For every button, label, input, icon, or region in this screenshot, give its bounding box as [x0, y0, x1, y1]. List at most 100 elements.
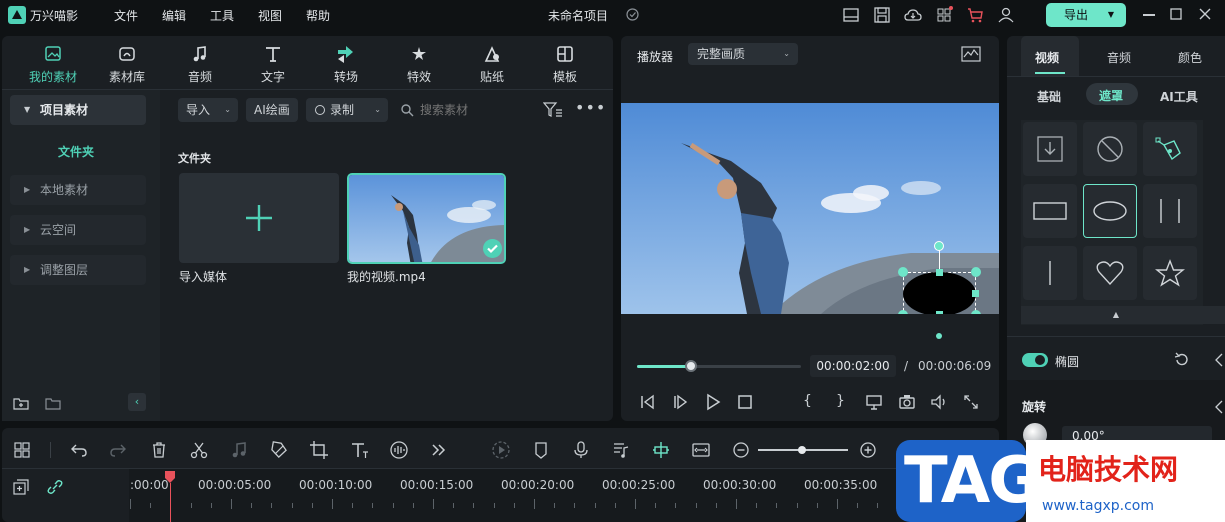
- playhead-knob[interactable]: [685, 360, 698, 372]
- prev-frame-icon[interactable]: [639, 393, 657, 411]
- mark-out-icon[interactable]: }: [836, 393, 854, 411]
- scopes-icon[interactable]: [961, 46, 981, 62]
- scissors-icon[interactable]: [189, 440, 209, 460]
- tab-effects[interactable]: 特效: [384, 44, 454, 85]
- resize-handle[interactable]: [972, 290, 979, 297]
- zoom-out-icon[interactable]: [731, 440, 751, 460]
- zoom-in-icon[interactable]: [858, 440, 878, 460]
- mask-none-cell[interactable]: [1083, 122, 1137, 176]
- mask-import-cell[interactable]: [1023, 122, 1077, 176]
- video-clip-thumbnail[interactable]: [347, 173, 506, 264]
- subtab-ai-tools[interactable]: AI工具: [1160, 88, 1198, 105]
- tab-audio-inspector[interactable]: 音频: [1107, 49, 1131, 66]
- menu-edit[interactable]: 编辑: [162, 7, 186, 24]
- diamond-keyframe-icon[interactable]: [1214, 399, 1225, 415]
- crop-icon[interactable]: [309, 440, 329, 460]
- undo-icon[interactable]: [69, 440, 89, 460]
- ai-paint-button[interactable]: AI绘画: [246, 98, 298, 122]
- audio-sync-icon[interactable]: [389, 440, 409, 460]
- tab-audio[interactable]: 音频: [165, 44, 235, 85]
- microphone-icon[interactable]: [571, 440, 591, 460]
- mask-double-line-cell[interactable]: [1143, 184, 1197, 238]
- more-tools-icon[interactable]: [429, 440, 449, 460]
- import-media-tile[interactable]: [179, 173, 339, 263]
- resize-handle[interactable]: [971, 267, 981, 277]
- mask-pen-cell[interactable]: [1143, 122, 1197, 176]
- stop-icon[interactable]: [736, 393, 754, 411]
- ellipse-mask-shape[interactable]: [903, 272, 976, 314]
- tab-template[interactable]: 模板: [530, 44, 600, 85]
- cart-icon[interactable]: [966, 6, 984, 24]
- mask-heart-cell[interactable]: [1083, 246, 1137, 300]
- sidebar-item-project-media[interactable]: ▼ 项目素材: [10, 95, 146, 125]
- tab-video[interactable]: 视频: [1021, 36, 1079, 76]
- mask-enable-toggle[interactable]: [1022, 353, 1048, 367]
- mask-ellipse-cell[interactable]: [1083, 184, 1137, 238]
- subtab-mask[interactable]: 遮罩: [1086, 83, 1138, 105]
- resize-handle[interactable]: [936, 269, 943, 276]
- fullscreen-icon[interactable]: [962, 393, 980, 411]
- tag-icon[interactable]: [269, 440, 289, 460]
- fit-timeline-icon[interactable]: [691, 440, 711, 460]
- layout-grid-icon[interactable]: [12, 440, 32, 460]
- resize-handle[interactable]: [898, 310, 908, 314]
- next-frame-icon[interactable]: [672, 393, 690, 411]
- audio-detach-icon[interactable]: [229, 440, 249, 460]
- import-dropdown[interactable]: 导入 ⌄: [178, 98, 238, 122]
- mask-single-line-cell[interactable]: [1023, 246, 1077, 300]
- sidebar-item-cloud[interactable]: ▶ 云空间: [10, 215, 146, 245]
- menu-help[interactable]: 帮助: [306, 7, 330, 24]
- tab-my-media[interactable]: 我的素材: [18, 44, 88, 85]
- feather-handle[interactable]: [936, 333, 942, 339]
- diamond-keyframe-icon[interactable]: [1214, 352, 1225, 368]
- tab-library[interactable]: 素材库: [92, 44, 162, 85]
- mark-in-icon[interactable]: {: [803, 393, 821, 411]
- reset-icon[interactable]: [1173, 351, 1191, 369]
- collapse-grid-button[interactable]: ▲: [1021, 306, 1225, 324]
- filter-icon[interactable]: [543, 101, 563, 119]
- text-tool-icon[interactable]: [349, 440, 369, 460]
- current-time[interactable]: 00:00:02:00: [810, 355, 896, 377]
- sidebar-item-folder[interactable]: 文件夹: [58, 143, 94, 160]
- tab-sticker[interactable]: 贴纸: [457, 44, 527, 85]
- playback-progress-track[interactable]: [637, 365, 801, 368]
- minimize-icon[interactable]: [1143, 14, 1155, 16]
- close-icon[interactable]: [1198, 7, 1212, 21]
- volume-icon[interactable]: [930, 393, 948, 411]
- mask-rectangle-cell[interactable]: [1023, 184, 1077, 238]
- cloud-icon[interactable]: [904, 6, 922, 24]
- add-track-icon[interactable]: [12, 478, 30, 496]
- video-preview[interactable]: [621, 103, 999, 314]
- voiceover-icon[interactable]: [611, 440, 631, 460]
- snap-icon[interactable]: [651, 440, 671, 460]
- snapshot-icon[interactable]: [898, 393, 916, 411]
- delete-icon[interactable]: [149, 440, 169, 460]
- marker-icon[interactable]: [531, 440, 551, 460]
- user-icon[interactable]: [997, 6, 1015, 24]
- zoom-slider-knob[interactable]: [798, 446, 806, 454]
- search-input[interactable]: [420, 100, 530, 120]
- play-icon[interactable]: [704, 393, 722, 411]
- mask-star-cell[interactable]: [1143, 246, 1197, 300]
- collapse-sidebar-button[interactable]: ‹: [128, 393, 146, 411]
- tab-color[interactable]: 颜色: [1178, 49, 1202, 66]
- maximize-icon[interactable]: [1169, 7, 1183, 21]
- redo-icon[interactable]: [108, 440, 128, 460]
- menu-tools[interactable]: 工具: [210, 7, 234, 24]
- more-options-icon[interactable]: •••: [575, 100, 605, 119]
- link-icon[interactable]: [46, 478, 64, 496]
- display-icon[interactable]: [865, 393, 883, 411]
- tab-transition[interactable]: 转场: [311, 44, 381, 85]
- folder-icon[interactable]: [45, 395, 61, 411]
- timeline-playhead[interactable]: [164, 470, 176, 484]
- tab-text[interactable]: 文字: [238, 44, 308, 85]
- resize-handle[interactable]: [936, 311, 943, 314]
- sidebar-item-local[interactable]: ▶ 本地素材: [10, 175, 146, 205]
- save-icon[interactable]: [873, 6, 891, 24]
- resize-handle[interactable]: [971, 310, 981, 314]
- subtab-basic[interactable]: 基础: [1037, 88, 1061, 105]
- rotate-handle[interactable]: [934, 241, 944, 251]
- record-dropdown[interactable]: 录制 ⌄: [306, 98, 388, 122]
- new-folder-icon[interactable]: [13, 395, 29, 411]
- export-button[interactable]: 导出 ▼: [1046, 3, 1126, 27]
